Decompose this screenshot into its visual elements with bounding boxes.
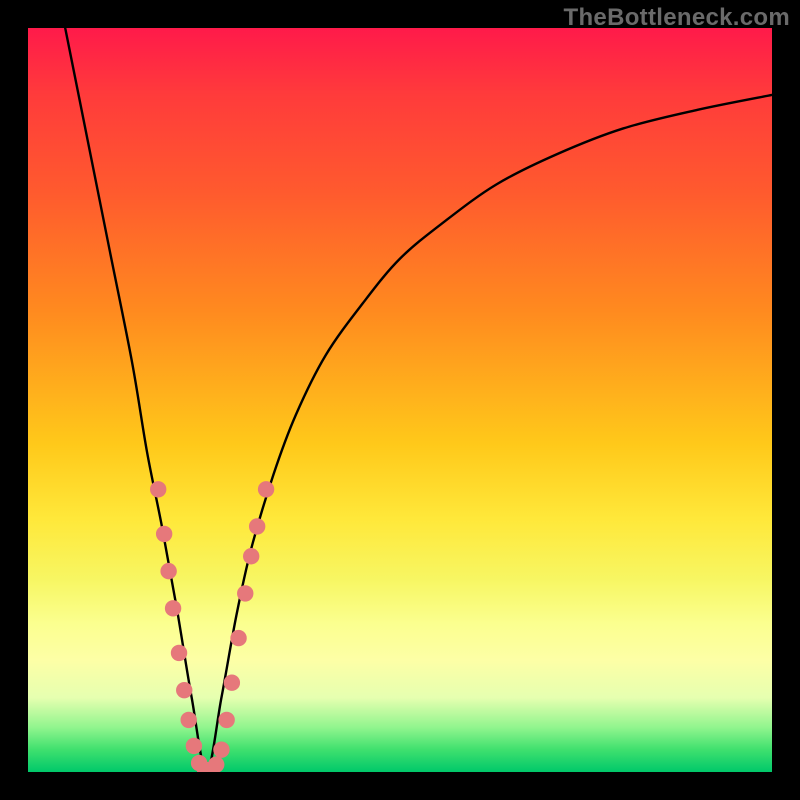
plot-area — [28, 28, 772, 772]
data-point — [156, 526, 172, 542]
data-point — [160, 563, 176, 579]
data-point — [249, 518, 265, 534]
data-point — [186, 738, 202, 754]
bottleneck-curve-path — [65, 28, 772, 772]
data-point — [171, 645, 187, 661]
data-point — [258, 481, 274, 497]
data-point — [165, 600, 181, 616]
data-point — [218, 712, 234, 728]
data-point — [213, 741, 229, 757]
data-point — [224, 675, 240, 691]
chart-container: TheBottleneck.com — [0, 0, 800, 800]
data-point — [181, 712, 197, 728]
data-point — [243, 548, 259, 564]
bottleneck-curve — [28, 28, 772, 772]
data-point — [176, 682, 192, 698]
data-point — [230, 630, 246, 646]
data-point — [237, 585, 253, 601]
data-point — [208, 756, 224, 772]
data-point — [150, 481, 166, 497]
